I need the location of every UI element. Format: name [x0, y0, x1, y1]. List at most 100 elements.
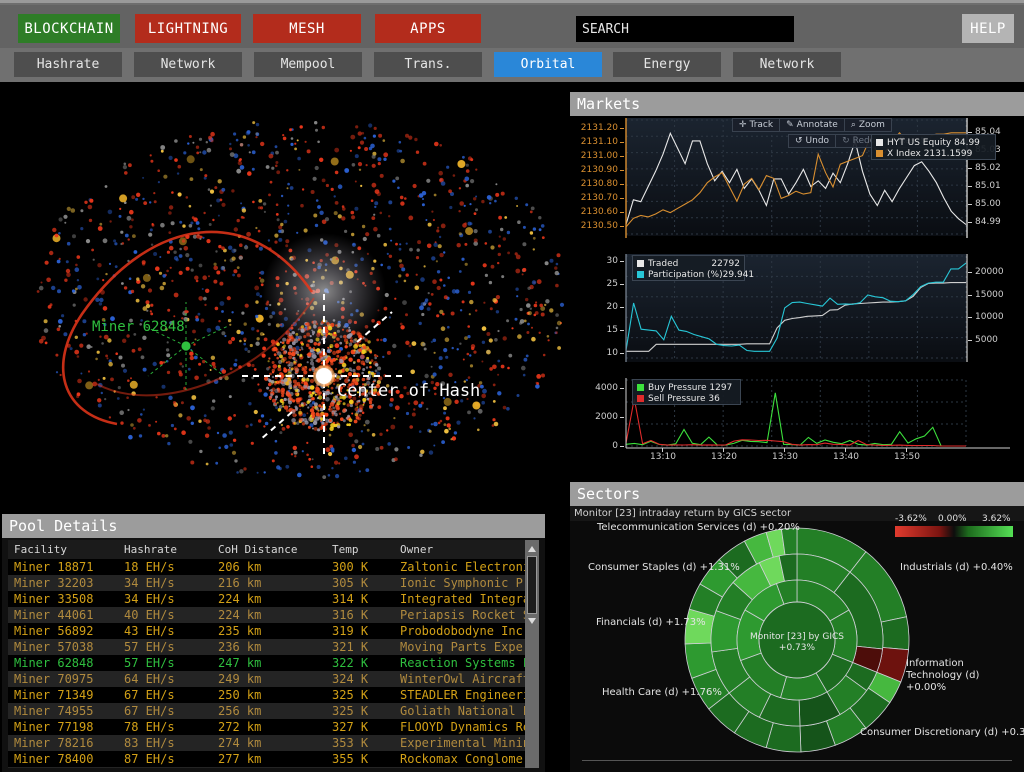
tab-trans[interactable]: Trans. [374, 52, 482, 77]
table-row[interactable]: Miner 7821683 EH/s274 km353 KExperimenta… [8, 735, 539, 751]
table-cell: Goliath National Products [394, 703, 539, 719]
scroll-down-arrow-icon[interactable] [528, 618, 536, 624]
axis-tick [620, 446, 624, 447]
markets-pressure-chart[interactable]: 400020000 13:1013:2013:3013:4013:50 Buy … [570, 376, 1024, 474]
table-cell: 325 K [326, 687, 394, 703]
tab-network-2[interactable]: Network [733, 52, 841, 77]
table-cell: 249 km [212, 671, 326, 687]
table-row[interactable]: Miner 5703857 EH/s236 km321 KMoving Part… [8, 639, 539, 655]
table-cell: 18 EH/s [118, 559, 212, 575]
tab-network-1[interactable]: Network [134, 52, 242, 77]
tab-energy[interactable]: Energy [613, 52, 721, 77]
table-row[interactable]: Miner 7495567 EH/s256 km325 KGoliath Nat… [8, 703, 539, 719]
column-header-temp[interactable]: Temp [326, 540, 394, 559]
table-cell: 355 K [326, 751, 394, 767]
track-button[interactable]: ✛Track [733, 119, 780, 131]
markets-participation-chart[interactable]: 3025201510 2000015000100005000 Traded227… [570, 252, 1024, 372]
search-input[interactable]: SEARCH [576, 16, 794, 42]
pool-table-scrollbar[interactable] [525, 540, 539, 768]
tab-label: Mempool [281, 57, 336, 72]
axis-tick-label: 30 [578, 256, 618, 266]
markets-price-chart[interactable]: 2131.202131.102131.002130.902130.802130.… [570, 116, 1024, 248]
time-axis-tick [906, 448, 907, 452]
axis-tick [620, 353, 624, 354]
table-cell: 316 K [326, 607, 394, 623]
zoom-button[interactable]: ⌕Zoom [845, 119, 891, 131]
tab-label: Trans. [405, 57, 452, 72]
legend-swatch-sell [637, 395, 644, 402]
table-cell: 236 km [212, 639, 326, 655]
table-row[interactable]: Miner 7973291 EH/s289 km357 KHash-Co Adv… [8, 767, 539, 768]
track-label: Track [750, 120, 774, 130]
legend-swatch-traded [637, 260, 644, 267]
legend-label: HYT US Equity [887, 138, 951, 148]
tab-orbital[interactable]: Orbital [494, 52, 602, 77]
axis-tick-label: 15 [578, 325, 618, 335]
table-row[interactable]: Miner 3350834 EH/s224 km314 KIntegrated … [8, 591, 539, 607]
table-row[interactable]: Miner 7134967 EH/s250 km325 KSTEADLER En… [8, 687, 539, 703]
table-cell: 272 km [212, 719, 326, 735]
table-cell: 319 K [326, 623, 394, 639]
table-cell: 289 km [212, 767, 326, 768]
undo-button[interactable]: ↺Undo [789, 135, 836, 147]
column-header-owner[interactable]: Owner [394, 540, 539, 559]
nav-button-apps[interactable]: APPS [375, 14, 481, 43]
column-header-facility[interactable]: Facility [8, 540, 118, 559]
table-row[interactable]: Miner 7719878 EH/s272 km327 KFLOOYD Dyna… [8, 719, 539, 735]
table-cell: 91 EH/s [118, 767, 212, 768]
legend-value: 36 [708, 394, 719, 404]
axis-tick-label: 10000 [975, 312, 1004, 322]
table-row[interactable]: Miner 7840087 EH/s277 km355 KRockomax Co… [8, 751, 539, 767]
undo-arrow-icon: ↺ [795, 136, 803, 146]
table-cell: STEADLER Engineering Corps [394, 687, 539, 703]
scroll-up-arrow-icon[interactable] [528, 546, 536, 552]
sunburst-slice[interactable] [881, 617, 909, 650]
axis-tick [620, 212, 624, 213]
column-header-hashrate[interactable]: Hashrate [118, 540, 212, 559]
table-row[interactable]: Miner 4406140 EH/s224 km316 KPeriapsis R… [8, 607, 539, 623]
time-axis-label: 13:40 [833, 452, 859, 462]
table-row[interactable]: Miner 6284857 EH/s247 km322 KReaction Sy… [8, 655, 539, 671]
tab-label: Network [161, 57, 216, 72]
main-navbar: BLOCKCHAIN LIGHTNING MESH APPS SEARCH HE… [0, 5, 1024, 48]
legend-value: 84.99 [954, 138, 980, 148]
table-row[interactable]: Miner 7097564 EH/s249 km324 KWinterOwl A… [8, 671, 539, 687]
table-cell: 247 km [212, 655, 326, 671]
pool-details-table-wrap[interactable]: FacilityHashrateCoH DistanceTempOwner Mi… [8, 540, 539, 768]
table-cell: 235 km [212, 623, 326, 639]
markets-title: Markets [570, 92, 1024, 116]
table-cell: 256 km [212, 703, 326, 719]
axis-tick [620, 388, 624, 389]
axis-tick-label: 4000 [578, 383, 618, 393]
column-header-coh-distance[interactable]: CoH Distance [212, 540, 326, 559]
axis-tick [968, 222, 972, 223]
table-row[interactable]: Miner 5689243 EH/s235 km319 KProbodobody… [8, 623, 539, 639]
nav-button-blockchain[interactable]: BLOCKCHAIN [18, 14, 120, 43]
orbital-visualization[interactable]: Miner 62848 Center of Hash [2, 84, 565, 512]
table-cell: 327 K [326, 719, 394, 735]
chart-toolbar-row1[interactable]: ✛Track ✎Annotate ⌕Zoom [732, 118, 892, 132]
tab-mempool[interactable]: Mempool [254, 52, 362, 77]
selected-miner-label: Miner 62848 [92, 319, 185, 335]
table-cell: 321 K [326, 639, 394, 655]
table-cell: 305 K [326, 575, 394, 591]
table-cell: Ionic Symphonic Protonic Electronics [394, 575, 539, 591]
axis-tick-label: 85.00 [975, 199, 1001, 209]
annotate-button[interactable]: ✎Annotate [780, 119, 845, 131]
sector-label-discretionary: Consumer Discretionary (d) +0.34% [860, 727, 1024, 738]
table-cell: Periapsis Rocket Supplies Co [394, 607, 539, 623]
table-row[interactable]: Miner 3220334 EH/s216 km305 KIonic Symph… [8, 575, 539, 591]
axis-tick [620, 307, 624, 308]
table-cell: Miner 57038 [8, 639, 118, 655]
help-button[interactable]: HELP [962, 14, 1014, 43]
nav-button-lightning[interactable]: LIGHTNING [135, 14, 241, 43]
sunburst-center-value: +0.73% [779, 643, 816, 653]
scrollbar-thumb[interactable] [527, 556, 537, 614]
tab-hashrate[interactable]: Hashrate [14, 52, 122, 77]
sectors-divider [582, 760, 1012, 761]
axis-tick [620, 284, 624, 285]
table-row[interactable]: Miner 1887118 EH/s206 km300 KZaltonic El… [8, 559, 539, 575]
table-cell: Miner 78400 [8, 751, 118, 767]
nav-button-mesh[interactable]: MESH [253, 14, 361, 43]
axis-tick-label: 2130.50 [578, 221, 618, 231]
